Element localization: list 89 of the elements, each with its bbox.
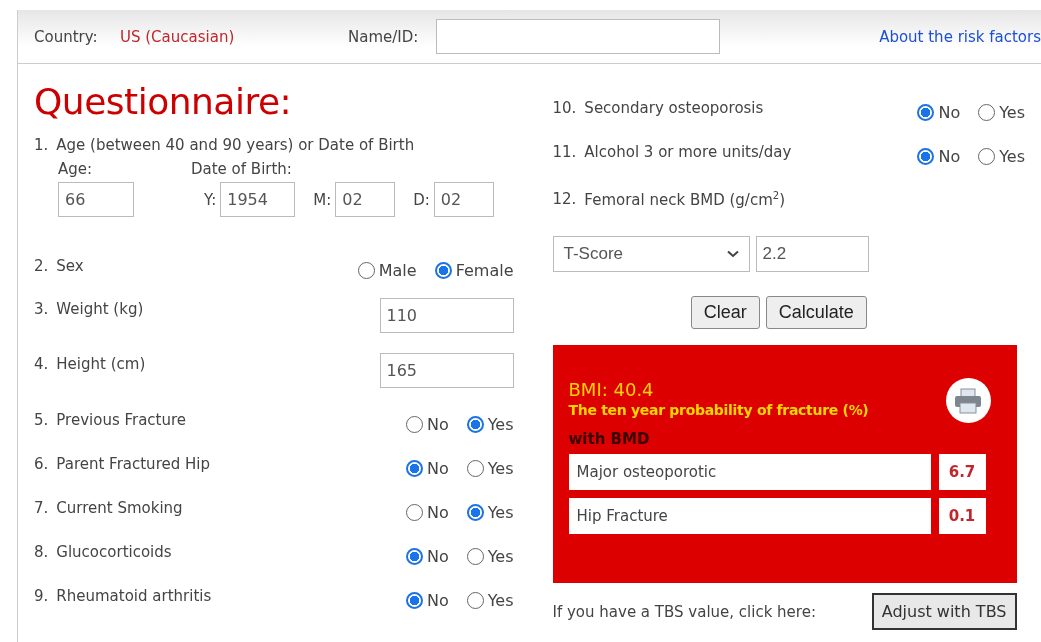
result-label: Major osteoporotic	[568, 454, 931, 490]
radio-label: No	[426, 414, 449, 434]
radio-label: No	[938, 146, 961, 166]
action-button[interactable]: Clear	[690, 296, 760, 329]
age-field[interactable]: 66	[58, 182, 134, 217]
dropdown[interactable]: T-Score	[552, 236, 750, 272]
radio-button[interactable]	[917, 147, 935, 165]
radio-label: Male	[378, 260, 417, 280]
radio-button[interactable]	[978, 147, 996, 165]
question-number: 6.	[34, 455, 49, 473]
field-label: D:	[413, 190, 430, 209]
radio-button[interactable]	[405, 415, 423, 433]
chevron-down-icon	[726, 250, 739, 258]
radio-button[interactable]	[466, 415, 484, 433]
question-number: 9.	[34, 587, 49, 605]
bmi-value: BMI: 40.4	[568, 379, 655, 400]
radio-label: No	[426, 546, 449, 566]
radio-button[interactable]	[405, 547, 423, 565]
date-field[interactable]: 1954	[220, 182, 296, 217]
question-number: 7.	[34, 499, 49, 517]
printer-icon	[954, 387, 982, 414]
question-number: 1.	[34, 136, 49, 154]
radio-button[interactable]	[978, 103, 996, 121]
radio-button[interactable]	[466, 503, 484, 521]
name-field[interactable]	[436, 19, 720, 54]
radio-button[interactable]	[917, 103, 935, 121]
question-label: Weight (kg)	[56, 299, 144, 318]
number-field[interactable]: 165	[379, 353, 514, 388]
radio-label: Yes	[999, 102, 1025, 122]
radio-button[interactable]	[405, 459, 423, 477]
result-label: Hip Fracture	[568, 498, 931, 534]
result-value: 6.7	[938, 454, 986, 490]
radio-label: Yes	[999, 146, 1025, 166]
question-number: 11.	[552, 143, 577, 161]
field-label: Age:	[58, 160, 94, 178]
date-field[interactable]: 02	[335, 182, 396, 217]
radio-button[interactable]	[405, 503, 423, 521]
action-button[interactable]: Calculate	[765, 296, 867, 329]
section-heading: with BMD	[568, 430, 651, 448]
radio-button[interactable]	[466, 591, 484, 609]
about-link[interactable]: About the risk factors	[879, 27, 1041, 46]
radio-label: Yes	[487, 590, 514, 610]
question-number: 8.	[34, 543, 49, 561]
bmd-field[interactable]: 2.2	[755, 236, 869, 272]
radio-label: Yes	[487, 502, 514, 522]
radio-label: Yes	[487, 414, 514, 434]
question-label: Sex	[56, 257, 84, 275]
tbs-prompt: If you have a TBS value, click here:	[552, 602, 816, 621]
radio-label: No	[426, 458, 449, 478]
radio-label: No	[426, 590, 449, 610]
radio-label: No	[426, 502, 449, 522]
field-label: Date of Birth:	[191, 160, 293, 178]
radio-button[interactable]	[357, 261, 375, 279]
result-subtitle: The ten year probability of fracture (%)	[568, 402, 870, 418]
print-button[interactable]	[945, 378, 991, 423]
question-number: 2.	[34, 257, 49, 275]
radio-button[interactable]	[405, 591, 423, 609]
page-title: Questionnaire:	[34, 80, 293, 124]
question-label: Alcohol 3 or more units/day	[584, 143, 792, 161]
question-label: Femoral neck BMD (g/cm$^{2}$)	[584, 189, 785, 209]
question-label: Current Smoking	[56, 499, 183, 517]
field-label: Y:	[204, 190, 217, 209]
question-label: Glucocorticoids	[56, 543, 172, 561]
radio-label: Yes	[487, 458, 514, 478]
question-label: Age (between 40 and 90 years) or Date of Birth	[56, 136, 415, 154]
question-label: Secondary osteoporosis	[584, 99, 764, 117]
radio-button[interactable]	[434, 261, 452, 279]
field-label: M:	[313, 190, 332, 209]
question-number: 10.	[552, 99, 577, 117]
field-label: Name/ID:	[348, 27, 420, 46]
number-field[interactable]: 110	[379, 298, 514, 333]
question-number: 12.	[552, 190, 577, 208]
question-number: 3.	[34, 299, 49, 318]
result-value: 0.1	[938, 498, 986, 534]
radio-label: No	[938, 102, 961, 122]
date-field[interactable]: 02	[433, 182, 494, 217]
radio-label: Yes	[487, 546, 514, 566]
question-label: Parent Fractured Hip	[56, 455, 210, 473]
radio-button[interactable]	[466, 459, 484, 477]
radio-label: Female	[455, 260, 514, 280]
question-number: 5.	[34, 411, 49, 429]
country-value: US (Caucasian)	[120, 27, 236, 46]
question-label: Rheumatoid arthritis	[56, 587, 212, 605]
field-label: Country:	[34, 27, 99, 46]
radio-button[interactable]	[466, 547, 484, 565]
question-label: Previous Fracture	[56, 411, 187, 429]
question-number: 4.	[34, 354, 49, 373]
tbs-button[interactable]: Adjust with TBS	[871, 593, 1017, 630]
question-label: Height (cm)	[56, 354, 146, 373]
